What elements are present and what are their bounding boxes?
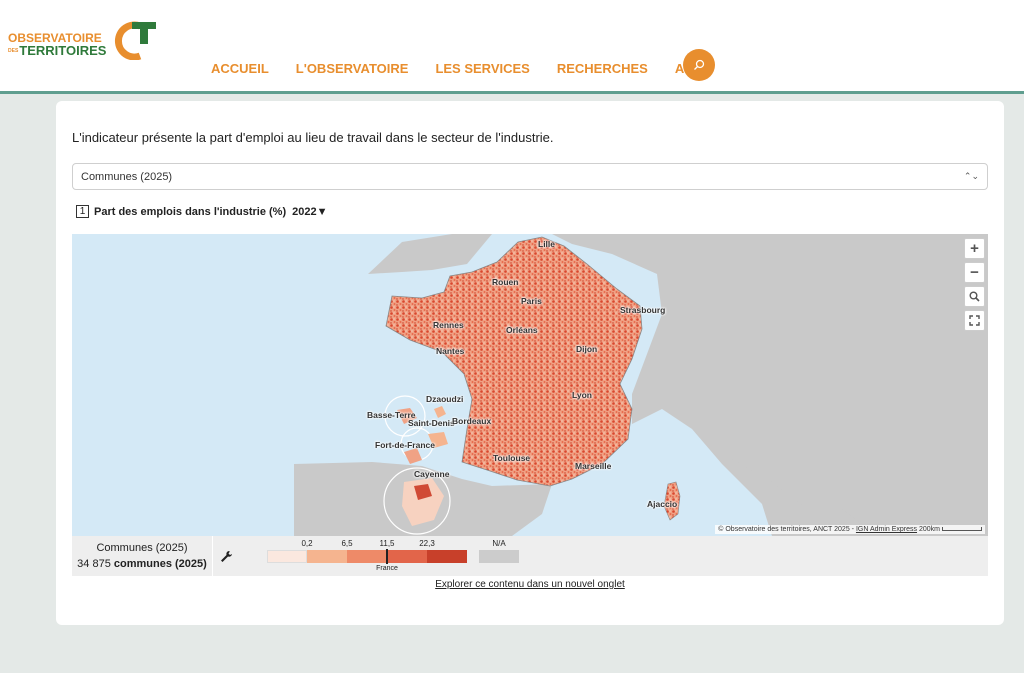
city-label: Strasbourg [620, 305, 666, 315]
site-header: OBSERVATOIRE DESTERRITOIRES ACCUEIL L'OB… [0, 0, 1024, 94]
search-icon [694, 59, 705, 70]
map-attribution: © Observatoire des territoires, ANCT 202… [715, 525, 985, 534]
city-label: Bordeaux [452, 416, 492, 426]
logo[interactable]: OBSERVATOIRE DESTERRITOIRES [8, 18, 158, 62]
city-label: Marseille [575, 461, 612, 471]
select-value: Communes (2025) [81, 170, 173, 183]
city-label: Toulouse [493, 453, 531, 463]
city-label: Orléans [506, 325, 538, 335]
city-label: Dzaoudzi [426, 394, 464, 404]
legend-na-swatch [479, 550, 519, 563]
city-label: Saint-Denis [408, 418, 455, 428]
logo-ct-mark [115, 21, 156, 60]
choropleth-map[interactable]: Lille Rouen Paris Strasbourg Rennes Orlé… [72, 234, 988, 536]
city-label: Paris [521, 296, 542, 306]
city-label: Nantes [436, 346, 465, 356]
territory-level-select[interactable]: Communes (2025) ⌃⌄ [72, 163, 988, 190]
city-label: Lille [538, 239, 556, 249]
city-label: Ajaccio [647, 499, 678, 509]
nav-services[interactable]: LES SERVICES [435, 61, 529, 76]
legend-tick: 11,5 [379, 539, 395, 548]
zoom-in-button[interactable]: + [964, 238, 985, 259]
city-label: Fort-de-France [375, 440, 435, 450]
na-label: N/A [492, 539, 506, 548]
year-dropdown[interactable]: 2022▼ [292, 206, 327, 218]
nav-accueil[interactable]: ACCUEIL [211, 61, 269, 76]
fullscreen-button[interactable] [964, 310, 985, 331]
legend-tick: 22,3 [419, 539, 435, 548]
map-search-button[interactable] [964, 286, 985, 307]
france-reference-label: France [376, 565, 398, 572]
legend-settings-button[interactable] [213, 536, 239, 576]
city-label: Rennes [433, 320, 464, 330]
legend-class-4 [387, 550, 427, 563]
content-card: L'indicateur présente la part d'emploi a… [56, 101, 1004, 625]
legend-unit: Communes (2025) [96, 542, 188, 554]
city-label: Dijon [576, 344, 598, 354]
magnifier-icon [969, 291, 980, 302]
logo-wordmark: OBSERVATOIRE DESTERRITOIRES [8, 31, 107, 58]
legend-tick: 0,2 [301, 539, 313, 548]
scale-label: 200km [918, 526, 940, 533]
main-nav: ACCUEIL L'OBSERVATOIRE LES SERVICES RECH… [211, 61, 733, 76]
explore-new-tab-link[interactable]: Explorer ce contenu dans un nouvel ongle… [56, 579, 1004, 590]
city-label: Cayenne [414, 469, 450, 479]
scale-bar [942, 527, 982, 532]
legend-tick: 6,5 [341, 539, 353, 548]
indicator-number: 1 [76, 205, 89, 218]
search-button[interactable] [683, 49, 715, 81]
select-arrows-icon: ⌃⌄ [963, 171, 979, 181]
zoom-out-button[interactable]: − [964, 262, 985, 283]
indicator-description: L'indicateur présente la part d'emploi a… [72, 130, 554, 145]
legend-class-1 [267, 550, 307, 563]
legend-class-2 [307, 550, 347, 563]
city-label: Rouen [492, 277, 519, 287]
legend-scale: 0,2 6,5 11,5 22,3 France N/A [239, 536, 988, 576]
map-controls: + − [964, 238, 985, 331]
map-legend: Communes (2025) 34 875 communes (2025) 0… [72, 536, 988, 576]
fullscreen-icon [969, 315, 980, 326]
wrench-icon [220, 550, 232, 562]
city-label: Lyon [572, 390, 592, 400]
nav-observatoire[interactable]: L'OBSERVATOIRE [296, 61, 409, 76]
indicator-title: Part des emplois dans l'industrie (%) [94, 205, 287, 218]
legend-count-line: 34 875 communes (2025) [77, 558, 207, 570]
legend-class-3 [347, 550, 387, 563]
legend-summary: Communes (2025) 34 875 communes (2025) [72, 536, 213, 576]
france-reference-marker [386, 549, 388, 564]
map-basemap [294, 234, 988, 536]
ign-link[interactable]: IGN Admin Express [856, 526, 917, 533]
nav-recherches[interactable]: RECHERCHES [557, 61, 648, 76]
legend-class-5 [427, 550, 467, 563]
indicator-heading: 1 Part des emplois dans l'industrie (%) … [76, 205, 327, 218]
